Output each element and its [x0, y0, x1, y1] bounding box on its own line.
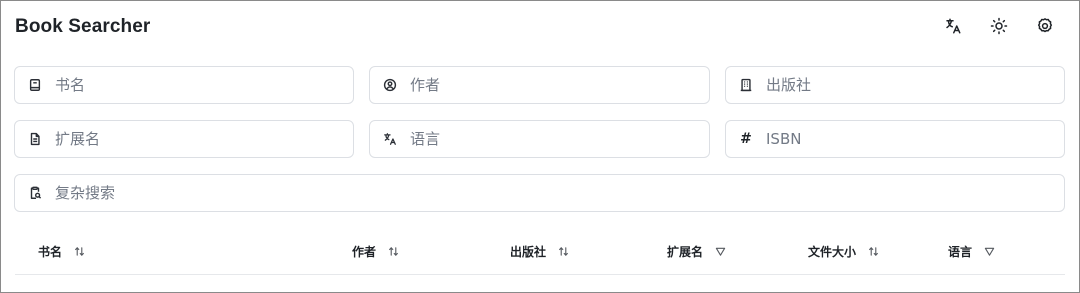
sun-icon	[990, 17, 1008, 40]
language-input[interactable]	[410, 121, 709, 157]
app-window: Book Searcher 书名 作者 出版社 扩展名 语言 # ISBN 复杂…	[0, 0, 1080, 293]
column-header-language: 语言	[948, 243, 995, 260]
title-input[interactable]	[55, 67, 353, 103]
column-header-author: 作者	[352, 243, 399, 260]
author-input[interactable]	[410, 67, 709, 103]
settings-button[interactable]	[1029, 15, 1061, 41]
sort-icon[interactable]	[868, 246, 879, 257]
gear-icon	[1036, 17, 1054, 40]
sort-icon[interactable]	[74, 246, 85, 257]
isbn-input[interactable]	[766, 121, 1064, 157]
extension-field	[14, 120, 354, 158]
publisher-input[interactable]	[766, 67, 1064, 103]
user-circle-icon	[383, 78, 397, 92]
clipboard-search-icon	[28, 186, 42, 200]
complex-search-field	[14, 174, 1065, 212]
column-header-publisher: 出版社	[510, 243, 569, 260]
column-header-extension: 扩展名	[667, 243, 726, 260]
results-table-header: 书名 作者 出版社 扩展名 文件大小 语言	[15, 231, 1065, 275]
theme-toggle-button[interactable]	[983, 15, 1015, 41]
extension-input[interactable]	[55, 121, 353, 157]
filter-icon[interactable]	[984, 246, 995, 257]
publisher-field	[725, 66, 1065, 104]
sort-icon[interactable]	[388, 246, 399, 257]
building-icon	[739, 78, 753, 92]
column-header-file-size: 文件大小	[808, 243, 879, 260]
translate-icon	[944, 17, 962, 40]
complex-search-input[interactable]	[55, 175, 1064, 211]
author-field	[369, 66, 710, 104]
column-header-title: 书名	[38, 243, 85, 260]
isbn-field: #	[725, 120, 1065, 158]
book-icon	[28, 78, 42, 92]
title-field	[14, 66, 354, 104]
header-actions	[937, 15, 1061, 41]
filter-icon[interactable]	[715, 246, 726, 257]
language-field	[369, 120, 710, 158]
translate-icon	[383, 132, 397, 146]
file-text-icon	[28, 132, 42, 146]
hash-icon: #	[740, 131, 752, 147]
translate-button[interactable]	[937, 15, 969, 41]
sort-icon[interactable]	[558, 246, 569, 257]
app-title: Book Searcher	[15, 16, 151, 37]
